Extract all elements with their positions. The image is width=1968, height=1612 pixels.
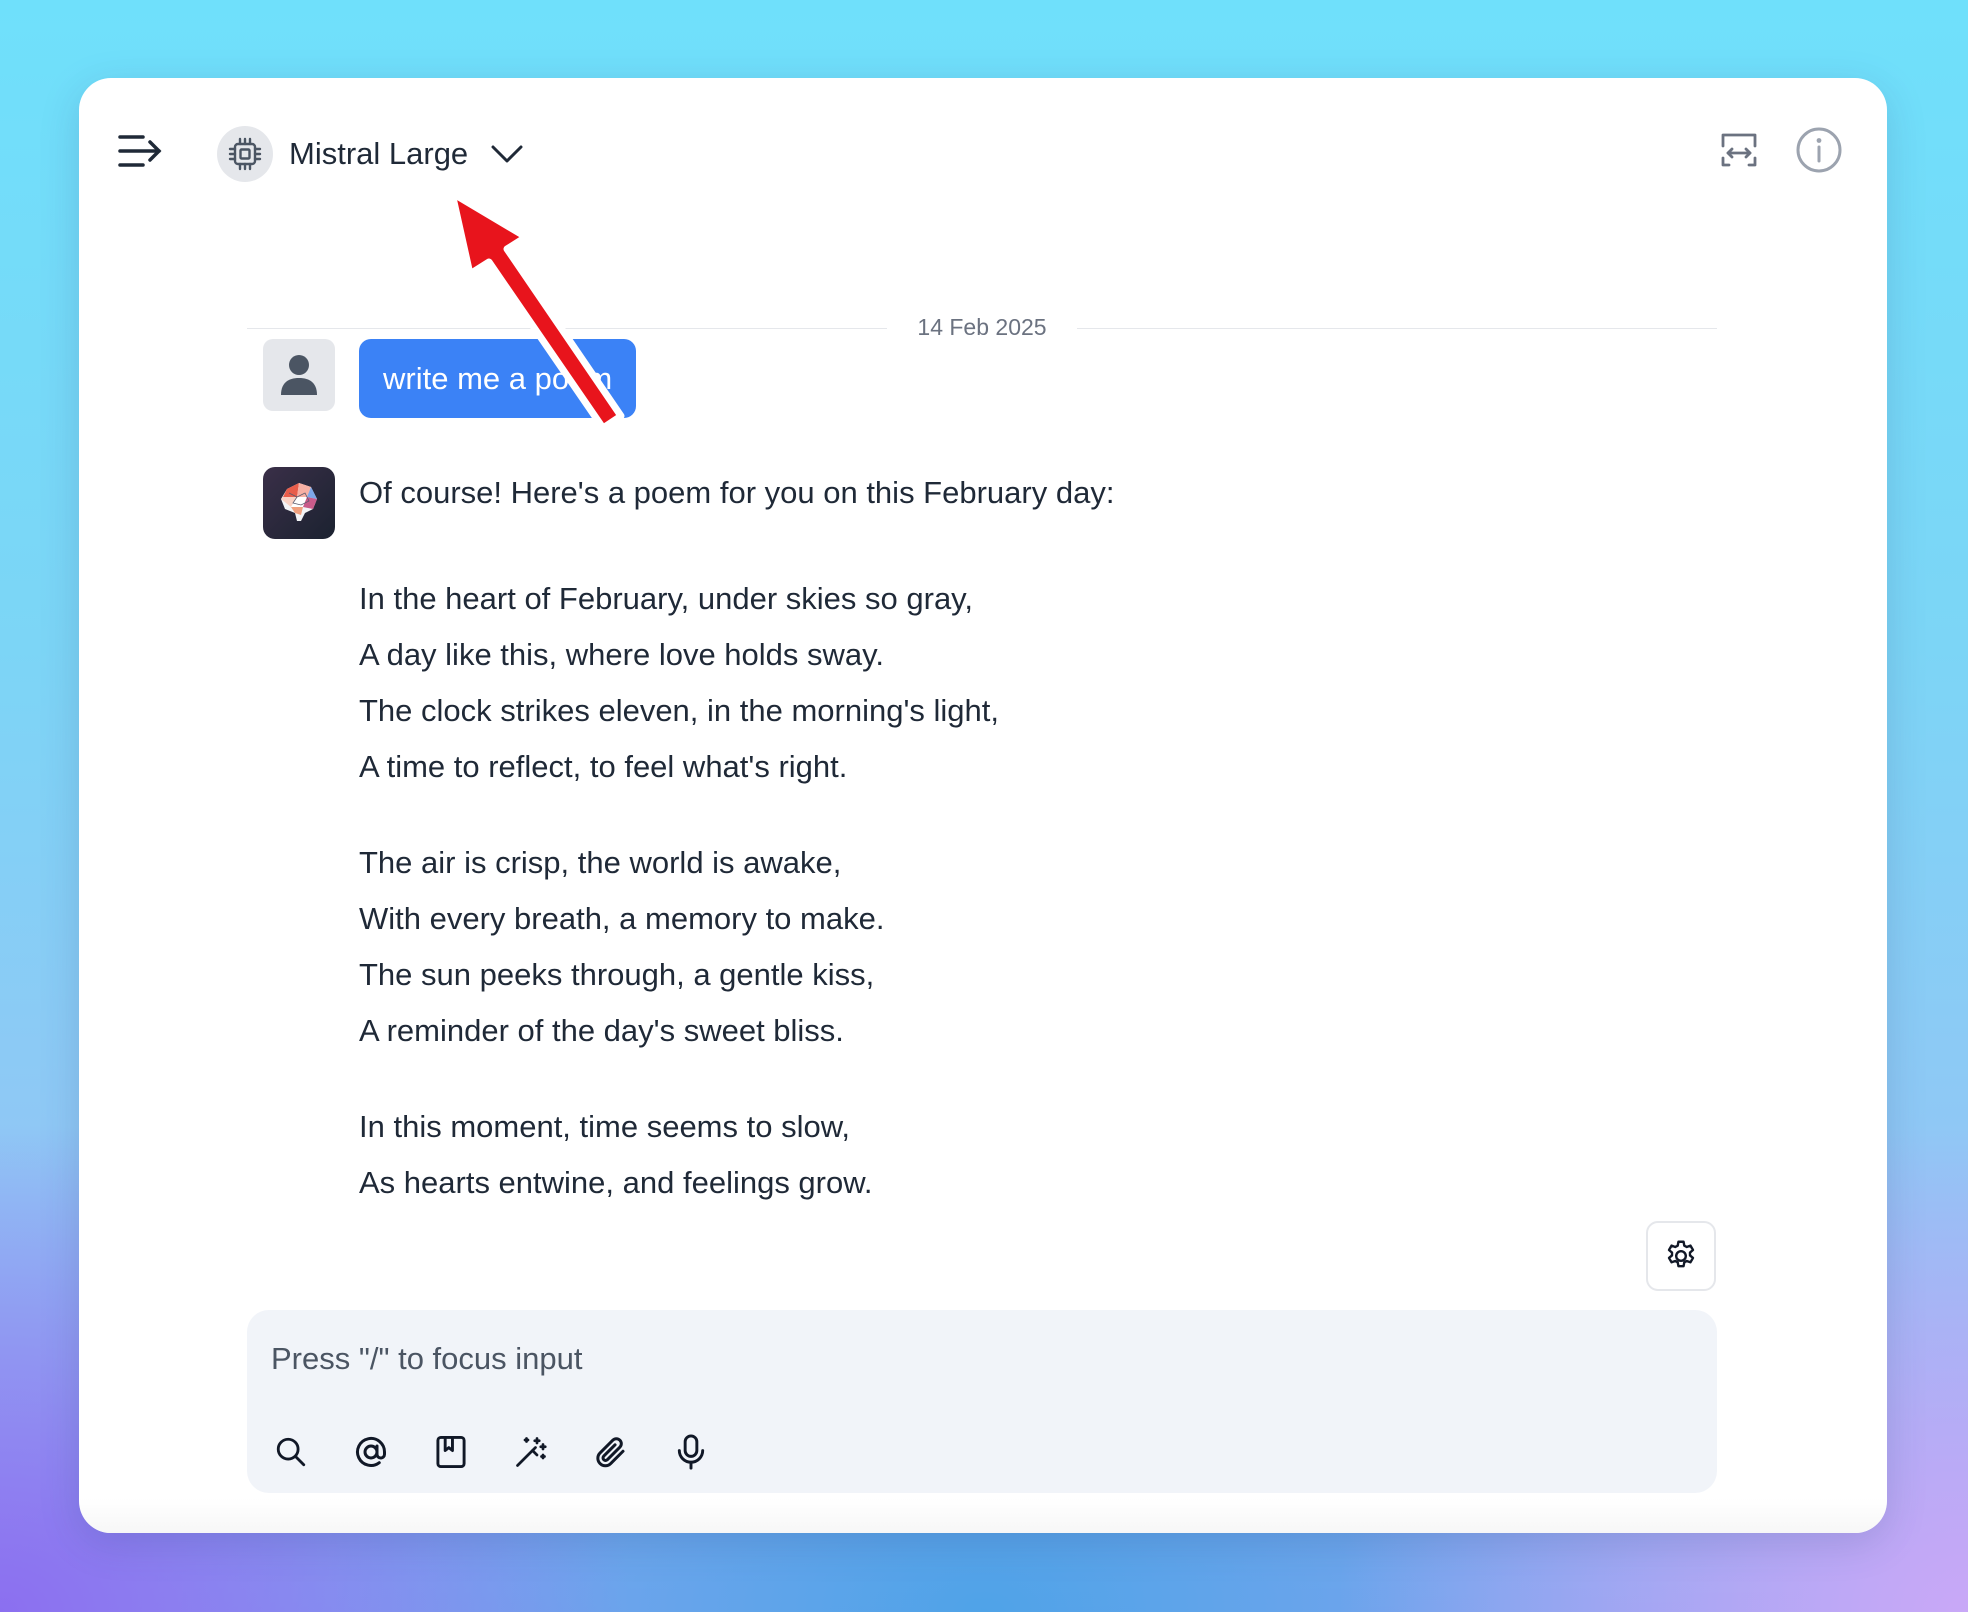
model-name: Mistral Large [289, 136, 469, 171]
user-message-text: write me a poem [383, 360, 613, 396]
chevron-down-icon [490, 137, 524, 171]
gear-icon [1667, 1240, 1695, 1268]
poem-line: As hearts entwine, and feelings grow. [359, 1165, 873, 1200]
expand-horizontal-icon[interactable] [1717, 128, 1761, 172]
bookmark-icon[interactable] [429, 1430, 473, 1474]
poem-line: The clock strikes eleven, in the morning… [359, 693, 999, 728]
user-avatar-icon [263, 339, 335, 411]
message-composer [247, 1310, 1717, 1493]
poem-stanza: The air is crisp, the world is awake, Wi… [359, 835, 999, 1059]
model-selector[interactable]: Mistral Large [217, 124, 524, 184]
poem-line: A reminder of the day's sweet bliss. [359, 1013, 844, 1048]
search-icon[interactable] [269, 1430, 313, 1474]
message-input[interactable] [271, 1336, 1691, 1382]
assistant-poem: In the heart of February, under skies so… [359, 571, 999, 1251]
header: Mistral Large [79, 78, 1887, 228]
info-icon[interactable] [1795, 126, 1843, 174]
user-message-bubble: write me a poem [359, 339, 637, 418]
poem-line: In this moment, time seems to slow, [359, 1109, 851, 1144]
chip-icon [217, 126, 273, 182]
poem-stanza: In this moment, time seems to slow, As h… [359, 1099, 999, 1211]
poem-line: The air is crisp, the world is awake, [359, 845, 842, 880]
microphone-icon[interactable] [669, 1430, 713, 1474]
at-mention-icon[interactable] [349, 1430, 393, 1474]
settings-gear-button[interactable] [1646, 1221, 1716, 1291]
date-label: 14 Feb 2025 [917, 314, 1047, 340]
poem-line: With every breath, a memory to make. [359, 901, 885, 936]
magic-wand-icon[interactable] [509, 1430, 553, 1474]
assistant-intro-text: Of course! Here's a poem for you on this… [359, 475, 1115, 510]
chat-window: Mistral Large 14 Feb 2025 write me a poe… [79, 78, 1887, 1533]
composer-toolbar [269, 1430, 749, 1474]
poem-line: In the heart of February, under skies so… [359, 581, 973, 616]
assistant-avatar-icon [263, 467, 335, 539]
divider-line [1077, 328, 1717, 329]
poem-line: The sun peeks through, a gentle kiss, [359, 957, 875, 992]
bottom-fade [79, 1498, 1887, 1533]
poem-stanza: In the heart of February, under skies so… [359, 571, 999, 795]
poem-line: A time to reflect, to feel what's right. [359, 749, 848, 784]
paperclip-icon[interactable] [589, 1430, 633, 1474]
divider-line [247, 328, 887, 329]
poem-line: A day like this, where love holds sway. [359, 637, 884, 672]
menu-arrow-icon[interactable] [117, 132, 165, 172]
